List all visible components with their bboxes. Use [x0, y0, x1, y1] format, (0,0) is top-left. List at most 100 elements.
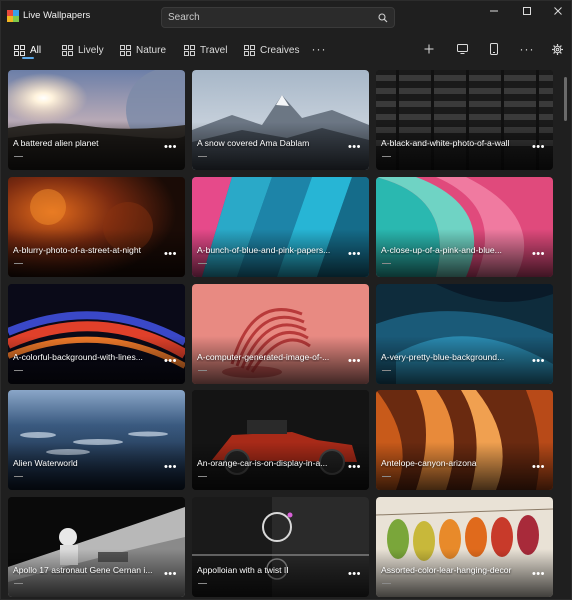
card-more-button[interactable]: •••	[348, 356, 361, 367]
wallpaper-subtitle	[198, 263, 207, 264]
scrollbar-thumb[interactable]	[564, 77, 567, 121]
wallpaper-card[interactable]: Assorted-color-lear-hanging-decor •••	[376, 497, 553, 597]
wallpaper-grid: A battered alien planet ••• A snow cover…	[8, 70, 554, 600]
app-window: Live Wallpapers All Lively	[0, 0, 572, 600]
wallpaper-title: An-orange-car-is-on-display-in-a...	[197, 458, 328, 468]
wallpaper-title: Assorted-color-lear-hanging-decor	[381, 565, 512, 575]
card-more-button[interactable]: •••	[164, 142, 177, 153]
wallpaper-title: Alien Waterworld	[13, 458, 78, 468]
wallpaper-card[interactable]: An-orange-car-is-on-display-in-a... •••	[192, 390, 369, 490]
wallpaper-title: Apollo 17 astronaut Gene Cernan i...	[13, 565, 153, 575]
wallpaper-subtitle	[198, 370, 207, 371]
wallpaper-title: A-close-up-of-a-pink-and-blue...	[381, 245, 502, 255]
settings-button[interactable]	[548, 41, 566, 57]
wallpaper-card[interactable]: A-blurry-photo-of-a-street-at-night •••	[8, 177, 185, 277]
wallpaper-card[interactable]: Antelope-canyon-arizona •••	[376, 390, 553, 490]
tab-label: Travel	[200, 44, 228, 56]
card-more-button[interactable]: •••	[164, 462, 177, 473]
search-icon[interactable]	[378, 13, 388, 23]
wallpaper-title: A-blurry-photo-of-a-street-at-night	[13, 245, 141, 255]
wallpaper-subtitle	[14, 156, 23, 157]
grid-icon	[244, 44, 255, 56]
wallpaper-title: A-black-and-white-photo-of-a-wall	[381, 138, 510, 148]
minimize-button[interactable]	[483, 3, 505, 19]
card-more-button[interactable]: •••	[532, 142, 545, 153]
tab-label: Nature	[136, 44, 167, 56]
app-title: Live Wallpapers	[23, 10, 91, 21]
close-button[interactable]	[547, 3, 569, 19]
close-icon	[554, 7, 562, 15]
wallpaper-card[interactable]: Appolloian with a twist II •••	[192, 497, 369, 597]
wallpaper-card[interactable]: A-computer-generated-image-of-... •••	[192, 284, 369, 384]
wallpaper-subtitle	[14, 583, 23, 584]
search-box[interactable]	[161, 7, 395, 28]
tab-nature[interactable]: Nature	[120, 41, 166, 59]
phone-icon	[490, 43, 498, 55]
grid-icon	[120, 44, 131, 56]
grid-icon	[14, 44, 25, 56]
tab-label: All	[30, 44, 42, 56]
wallpaper-title: A-computer-generated-image-of-...	[197, 352, 330, 362]
wallpaper-title: A battered alien planet	[13, 138, 99, 148]
app-logo-icon	[7, 10, 19, 22]
minimize-icon	[490, 10, 498, 12]
maximize-icon	[523, 7, 531, 15]
wallpaper-title: A-very-pretty-blue-background...	[381, 352, 505, 362]
more-categories-button[interactable]: ···	[310, 41, 328, 57]
wallpaper-subtitle	[14, 370, 23, 371]
card-more-button[interactable]: •••	[532, 462, 545, 473]
wallpaper-subtitle	[382, 370, 391, 371]
tab-creaives[interactable]: Creaives	[244, 41, 299, 59]
gear-icon	[551, 43, 563, 55]
card-more-button[interactable]: •••	[164, 249, 177, 260]
wallpaper-subtitle	[382, 263, 391, 264]
wallpaper-title: Antelope-canyon-arizona	[381, 458, 477, 468]
card-more-button[interactable]: •••	[348, 249, 361, 260]
more-options-button[interactable]: ···	[518, 41, 536, 57]
wallpaper-title: Appolloian with a twist II	[197, 565, 289, 575]
wallpaper-card[interactable]: A snow covered Ama Dablam •••	[192, 70, 369, 170]
wallpaper-subtitle	[14, 263, 23, 264]
card-more-button[interactable]: •••	[164, 356, 177, 367]
card-more-button[interactable]: •••	[348, 462, 361, 473]
category-toolbar: All Lively Nature Travel Creaives ··· ··…	[1, 33, 572, 65]
card-more-button[interactable]: •••	[532, 249, 545, 260]
wallpaper-subtitle	[382, 476, 391, 477]
grid-icon	[62, 44, 73, 56]
add-wallpaper-button[interactable]	[420, 41, 438, 57]
title-bar: Live Wallpapers	[1, 1, 572, 33]
wallpaper-card[interactable]: A-very-pretty-blue-background... •••	[376, 284, 553, 384]
wallpaper-title: A-bunch-of-blue-and-pink-papers...	[197, 245, 331, 255]
wallpaper-card[interactable]: A-colorful-background-with-lines... •••	[8, 284, 185, 384]
card-more-button[interactable]: •••	[164, 569, 177, 580]
wallpaper-subtitle	[198, 156, 207, 157]
plus-icon	[424, 44, 434, 54]
card-more-button[interactable]: •••	[348, 569, 361, 580]
tab-lively[interactable]: Lively	[62, 41, 104, 59]
wallpaper-card[interactable]: A-close-up-of-a-pink-and-blue... •••	[376, 177, 553, 277]
wallpaper-subtitle	[198, 583, 207, 584]
card-more-button[interactable]: •••	[532, 569, 545, 580]
wallpaper-subtitle	[382, 583, 391, 584]
mobile-view-button[interactable]	[485, 41, 503, 57]
wallpaper-title: A-colorful-background-with-lines...	[13, 352, 143, 362]
maximize-button[interactable]	[516, 3, 538, 19]
wallpaper-subtitle	[382, 156, 391, 157]
search-input[interactable]	[168, 10, 368, 25]
tab-label: Lively	[78, 44, 104, 56]
wallpaper-card[interactable]: Alien Waterworld •••	[8, 390, 185, 490]
desktop-view-button[interactable]	[453, 41, 471, 57]
more-icon: ···	[311, 42, 327, 56]
card-more-button[interactable]: •••	[532, 356, 545, 367]
wallpaper-card[interactable]: A-black-and-white-photo-of-a-wall •••	[376, 70, 553, 170]
wallpaper-card[interactable]: A battered alien planet •••	[8, 70, 185, 170]
wallpaper-card[interactable]: Apollo 17 astronaut Gene Cernan i... •••	[8, 497, 185, 597]
wallpaper-subtitle	[14, 476, 23, 477]
card-more-button[interactable]: •••	[348, 142, 361, 153]
active-tab-indicator	[22, 57, 34, 59]
grid-icon	[184, 44, 195, 56]
tab-travel[interactable]: Travel	[184, 41, 227, 59]
wallpaper-card[interactable]: A-bunch-of-blue-and-pink-papers... •••	[192, 177, 369, 277]
tab-label: Creaives	[260, 44, 300, 56]
monitor-icon	[456, 44, 468, 54]
